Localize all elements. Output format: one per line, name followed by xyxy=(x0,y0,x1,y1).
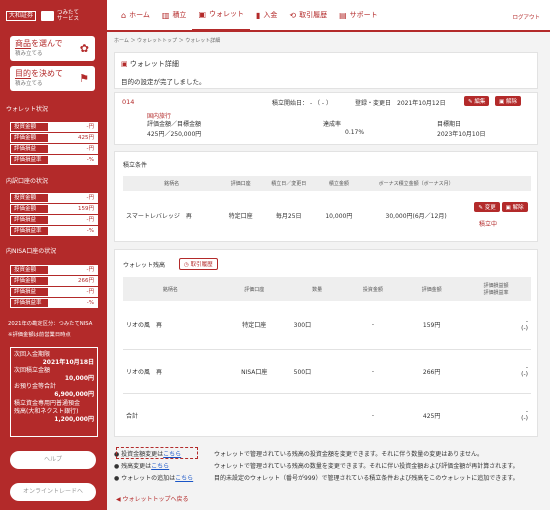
wallet-pl: 評価損益 -円 xyxy=(10,144,98,154)
nav-tsumitate[interactable]: ▥ 積立 xyxy=(156,0,193,31)
table-row: リオの風 再特定口座 300口 -159円 - (-) xyxy=(123,301,531,349)
flag-icon xyxy=(41,11,55,21)
nav-wallet[interactable]: ▣ ウォレット xyxy=(192,0,250,31)
wallet-status-heading: ウォレット状況 xyxy=(6,106,49,113)
highlight-box xyxy=(116,447,198,459)
table-header: 銘柄名 評価口座 積立日／変更日 積立金額 ボーナス積立金額（ボーナス月） xyxy=(123,176,531,191)
balance-table: 銘柄名 評価口座 数量 投資金額 評価金額 評価損益額 評価損益率 リオの風 再特定口座 30… xyxy=(123,277,531,437)
rate-label: 達成率 xyxy=(323,121,342,128)
wallet-pl-rate: 評価損益率 -% xyxy=(10,155,98,165)
balance-change-link[interactable]: こちら xyxy=(151,463,169,470)
wallet-eval: 評価金額 425円 xyxy=(10,133,98,143)
add-wallet-link[interactable]: こちら xyxy=(175,475,193,482)
status-badge: 積立中 xyxy=(478,221,497,228)
logo[interactable]: 大和証券 つみたて サービス xyxy=(0,0,107,32)
wallet-icon: ▣ xyxy=(198,9,206,19)
acct-eval: 評価金額 159円 xyxy=(10,204,98,214)
top-nav: ⌂ ホーム ▥ 積立 ▣ ウォレット ▮ 入金 ⟲ 取引履歴 ▤ サポート ログアウト xyxy=(107,0,550,32)
nisa-invest: 投資金額 -円 xyxy=(10,265,98,275)
help-button[interactable]: ヘルプ xyxy=(10,451,96,469)
change-button[interactable]: ✎ 変更 xyxy=(474,202,500,212)
service-logo: つみたて サービス xyxy=(41,10,79,23)
target-date-value: 2023年10月10日 xyxy=(437,131,486,138)
schedule-box: 次回入金期限 2021年10月18日 次回積立金額 10,000円 お預り金等合計 6… xyxy=(10,347,98,437)
balance-title: ウォレット残高 xyxy=(123,262,166,269)
table-header: 銘柄名 評価口座 数量 投資金額 評価金額 評価損益額 評価損益率 xyxy=(123,277,531,301)
deposit-icon: ▮ xyxy=(256,10,261,20)
logout-link[interactable]: ログアウト xyxy=(512,13,540,21)
nav-deposit[interactable]: ▮ 入金 xyxy=(250,0,283,31)
select-goal-button[interactable]: 目的を決めて 積み立てる ⚑ xyxy=(10,66,95,91)
nav-support[interactable]: ▤ サポート xyxy=(333,0,384,31)
detail-header: ▣ ウォレット詳細 目的の設定が完了しました。 xyxy=(114,52,538,89)
home-icon: ⌂ xyxy=(121,10,127,20)
chart-icon: ▥ xyxy=(161,10,170,20)
eval-value: 425円／250,000円 xyxy=(147,131,202,138)
wallet-number: 014 xyxy=(122,98,135,106)
target-icon: ⚑ xyxy=(79,72,89,85)
edit-button[interactable]: ✎ 編集 xyxy=(464,96,490,106)
online-trade-button[interactable]: オンライントレードへ xyxy=(10,483,96,501)
account-status-heading: 内訳口座の状況 xyxy=(6,178,49,185)
select-product-button[interactable]: 商品を選んで 積み立てる ✿ xyxy=(10,36,95,61)
acct-pl: 評価損益 -円 xyxy=(10,215,98,225)
table-row: スマートレバレッジ 再 特定口座 毎月25日 10,000円 30,000円(6… xyxy=(123,191,531,239)
link-row-balance: ● 残高変更はこちら ウォレットで管理されている残高の数量を変更できます。それに伴… xyxy=(114,462,519,470)
target-date-label: 目標期日 xyxy=(437,121,462,128)
wallet-icon: ▣ xyxy=(121,60,128,68)
table-row: 合計 -425円 - (-) xyxy=(126,408,528,423)
nav-home[interactable]: ⌂ ホーム xyxy=(115,0,156,31)
nisa-pl-rate: 評価損益率 -% xyxy=(10,298,98,308)
page-title: ▣ ウォレット詳細 xyxy=(121,60,179,68)
back-arrow-icon: ◀ xyxy=(116,496,121,503)
history-button[interactable]: ◷ 取引履歴 xyxy=(179,258,218,270)
breadcrumb: ホーム ＞ ウォレットトップ ＞ ウォレット詳細 xyxy=(114,38,221,44)
delete-button[interactable]: ▣ 解除 xyxy=(495,96,521,106)
acct-invest: 投資金額 -円 xyxy=(10,193,98,203)
conditions-title: 積立条件 xyxy=(123,162,148,169)
cancel-button[interactable]: ▣ 解除 xyxy=(501,202,528,212)
conditions-table: 銘柄名 評価口座 積立日／変更日 積立金額 ボーナス積立金額（ボーナス月） スマートレバ… xyxy=(123,176,531,239)
eval-label: 評価金額／目標金額 xyxy=(147,121,202,128)
wallet-invest: 投資金額 -円 xyxy=(10,122,98,132)
conditions-card: 積立条件 銘柄名 評価口座 積立日／変更日 積立金額 ボーナス積立金額（ボーナス月） ス… xyxy=(114,151,538,242)
logo-text: 大和証券 xyxy=(6,11,37,21)
eval-note: ※評価金額は前営業日時点 xyxy=(8,332,71,338)
back-to-wallet-top-link[interactable]: ◀ ウォレットトップへ戻る xyxy=(116,494,189,503)
nisa-category-note: 2021年の勘定区分：つみたてNISA xyxy=(8,321,93,327)
link-row-add-wallet: ● ウォレットの追加はこちら 目的未設定のウォレット（番号が999）で管理されてい… xyxy=(114,474,519,482)
complete-message: 目的の設定が完了しました。 xyxy=(121,78,206,86)
nisa-status-heading: 内NISA口座の状況 xyxy=(6,248,57,255)
rate-value: 0.17% xyxy=(345,129,365,136)
balance-card: ウォレット残高 ◷ 取引履歴 銘柄名 評価口座 数量 投資金額 評価金額 評価損益額 評価損… xyxy=(114,249,538,437)
register-date: 登録・変更日 2021年10月12日 xyxy=(355,100,446,107)
acct-pl-rate: 評価損益率 -% xyxy=(10,226,98,236)
nisa-eval: 評価金額 266円 xyxy=(10,276,98,286)
piggy-bank-icon: ✿ xyxy=(79,42,89,55)
nav-history[interactable]: ⟲ 取引履歴 xyxy=(283,0,333,31)
sidebar: 大和証券 つみたて サービス 商品を選んで 積み立てる ✿ 目的を決めて 積み立て… xyxy=(0,0,107,510)
nisa-pl: 評価損益 -円 xyxy=(10,287,98,297)
table-row: リオの風 再 NISA口座 500口 -266円 - (-) xyxy=(123,349,531,393)
support-icon: ▤ xyxy=(339,10,347,20)
start-date: 積立開始日： - （ - ） xyxy=(272,100,332,107)
history-icon: ⟲ xyxy=(289,10,297,20)
wallet-summary: 014 積立開始日： - （ - ） 登録・変更日 2021年10月12日 ✎ … xyxy=(114,92,538,145)
